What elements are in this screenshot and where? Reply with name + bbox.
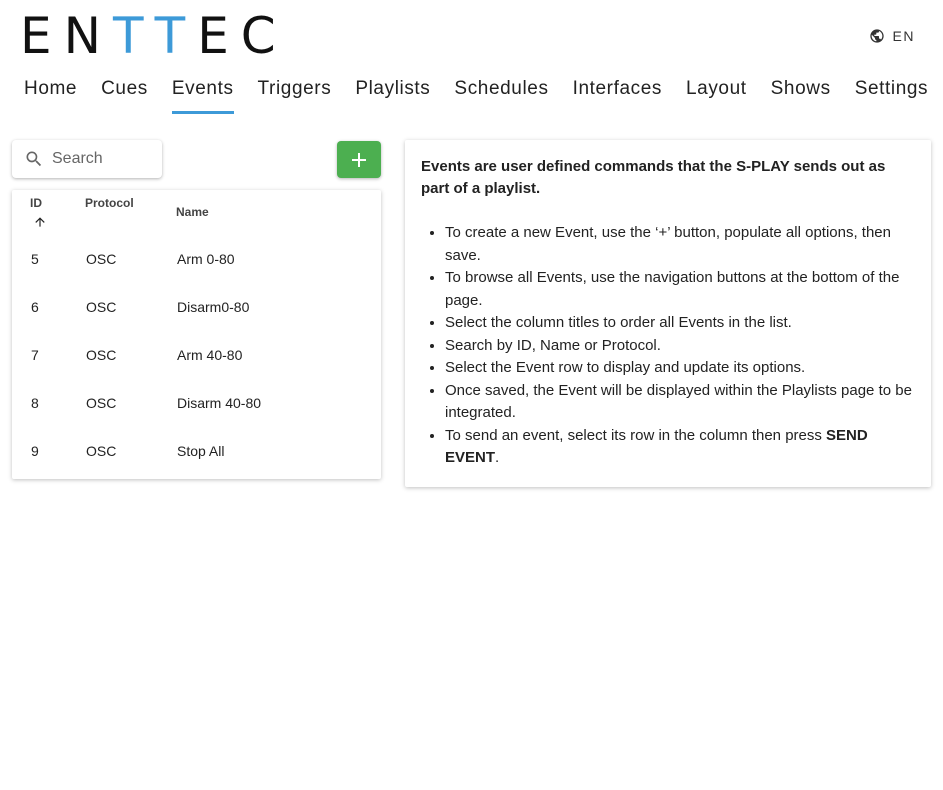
info-bullet-send-event: To send an event, select its row in the … <box>445 425 917 470</box>
cell-name: Disarm 40-80 <box>177 395 262 411</box>
column-header-id[interactable]: ID <box>30 196 42 210</box>
info-bullet-text: To send an event, select its row in the … <box>445 426 827 444</box>
nav-item-playlists[interactable]: Playlists <box>343 74 442 114</box>
info-title: Events are user defined commands that th… <box>421 158 886 197</box>
info-bullet: To browse all Events, use the navigation… <box>445 267 917 312</box>
info-list: To create a new Event, use the ‘+’ butto… <box>421 222 917 470</box>
cell-name: Arm 40-80 <box>177 347 243 363</box>
cell-name: Disarm0-80 <box>177 299 250 315</box>
events-table: ID Protocol Name 5 OSC Arm 0-80 6 OSC Di… <box>12 190 381 479</box>
search-input[interactable] <box>52 150 152 168</box>
cell-protocol: OSC <box>86 347 117 363</box>
info-bullet: Once saved, the Event will be displayed … <box>445 380 917 425</box>
language-selector[interactable]: EN <box>869 28 915 44</box>
nav-item-interfaces[interactable]: Interfaces <box>561 74 674 114</box>
column-header-protocol[interactable]: Protocol <box>85 196 134 210</box>
info-bullet-suffix: . <box>495 449 500 466</box>
cell-protocol: OSC <box>86 395 117 411</box>
logo-part-2: TT <box>113 7 198 65</box>
nav-item-triggers[interactable]: Triggers <box>246 74 344 114</box>
nav-item-home[interactable]: Home <box>12 74 89 114</box>
nav-item-events[interactable]: Events <box>160 74 246 114</box>
globe-icon <box>869 29 884 43</box>
nav-item-settings[interactable]: Settings <box>843 74 940 114</box>
cell-id: 8 <box>31 395 39 411</box>
info-bullet: Search by ID, Name or Protocol. <box>445 335 917 358</box>
table-row[interactable]: 6 OSC Disarm0-80 <box>12 285 381 333</box>
column-header-name[interactable]: Name <box>176 205 209 219</box>
language-label: EN <box>892 28 915 44</box>
logo-part-1: EN <box>20 7 113 65</box>
search-icon <box>26 151 42 167</box>
cell-name: Stop All <box>177 443 225 459</box>
search-box[interactable] <box>12 140 162 178</box>
cell-protocol: OSC <box>86 443 117 459</box>
info-bullet: To create a new Event, use the ‘+’ butto… <box>445 222 917 267</box>
nav-item-schedules[interactable]: Schedules <box>442 74 560 114</box>
table-row[interactable]: 9 OSC Stop All <box>12 429 381 477</box>
cell-id: 9 <box>31 443 39 459</box>
cell-id: 5 <box>31 251 39 267</box>
enttec-logo: ENTTEC <box>20 6 288 66</box>
nav-item-shows[interactable]: Shows <box>759 74 843 114</box>
info-bullet: Select the Event row to display and upda… <box>445 357 917 380</box>
main-nav: Home Cues Events Triggers Playlists Sche… <box>12 74 940 114</box>
info-bullet: Select the column titles to order all Ev… <box>445 312 917 335</box>
cell-protocol: OSC <box>86 299 117 315</box>
cell-name: Arm 0-80 <box>177 251 235 267</box>
cell-id: 7 <box>31 347 39 363</box>
table-row[interactable]: 7 OSC Arm 40-80 <box>12 333 381 381</box>
cell-id: 6 <box>31 299 39 315</box>
cell-protocol: OSC <box>86 251 117 267</box>
add-event-button[interactable] <box>337 141 381 178</box>
table-row[interactable]: 5 OSC Arm 0-80 <box>12 237 381 285</box>
arrow-up-icon[interactable] <box>33 215 47 229</box>
nav-item-cues[interactable]: Cues <box>89 74 160 114</box>
table-row[interactable]: 8 OSC Disarm 40-80 <box>12 381 381 429</box>
plus-icon <box>352 152 366 167</box>
logo-part-3: EC <box>197 7 288 65</box>
events-info-card: Events are user defined commands that th… <box>405 140 931 487</box>
nav-item-layout[interactable]: Layout <box>674 74 759 114</box>
